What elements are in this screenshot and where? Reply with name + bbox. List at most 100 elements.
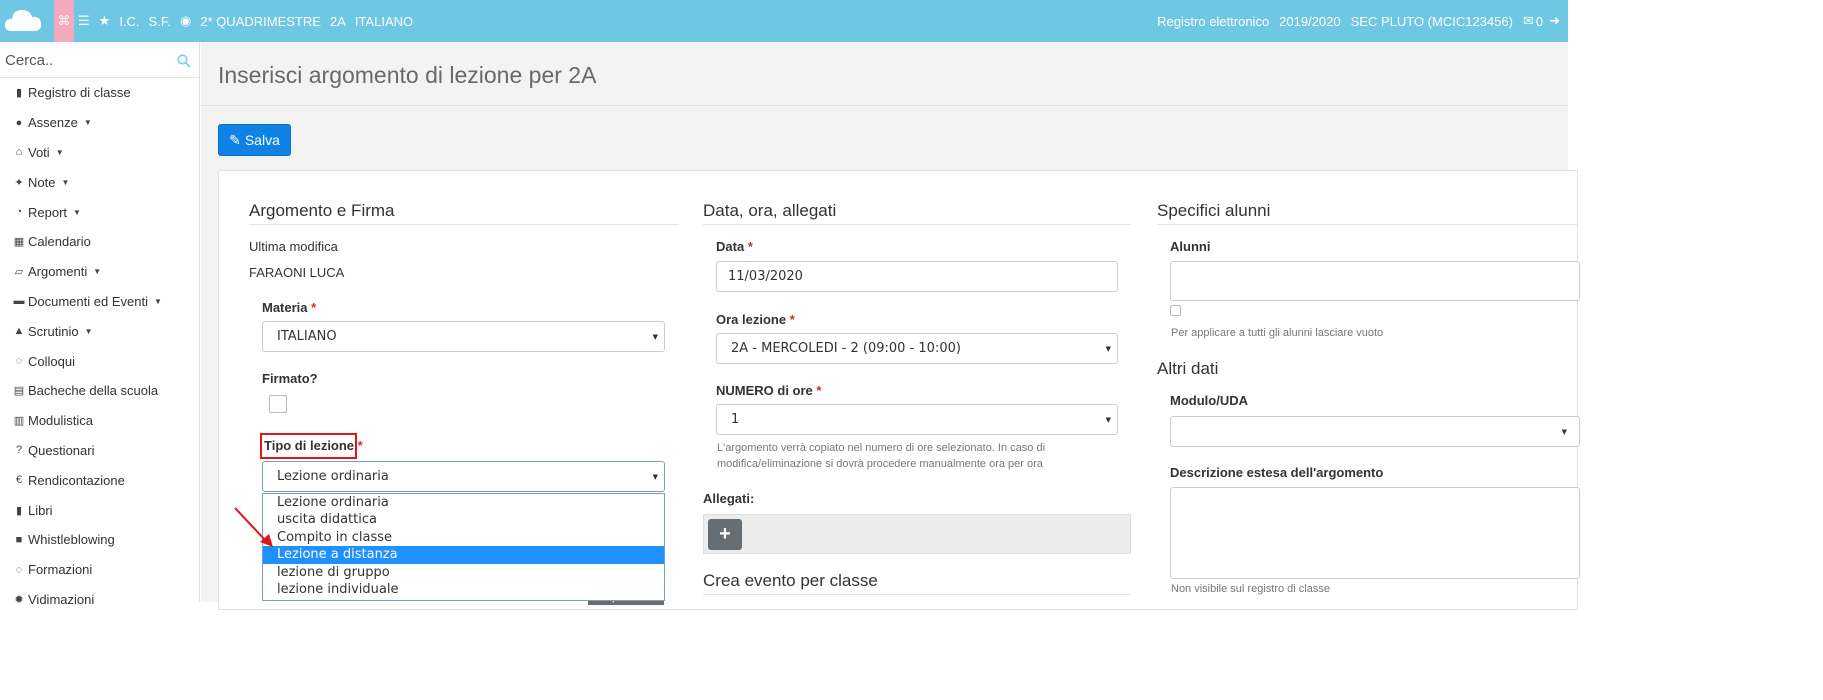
save-button[interactable]: ✎ Salva [218, 124, 291, 156]
gear-icon: ✹ [14, 593, 24, 606]
lock-icon: ■ [15, 533, 23, 546]
sidebar-item-registro-di-classe[interactable]: ▮ Registro di classe [0, 78, 199, 108]
sidebar-item-label: Voti [28, 144, 50, 160]
evento-heading: Crea evento per classe [703, 571, 1131, 595]
tipo-option[interactable]: uscita didattica [263, 511, 664, 528]
tipo-option[interactable]: lezione di gruppo [263, 564, 664, 581]
eye-icon[interactable]: ◉ [180, 13, 191, 29]
sidebar-item-argomenti[interactable]: ▱ Argomenti ▼ [0, 257, 199, 287]
sidebar-item-label: Documenti ed Eventi [28, 293, 148, 309]
sidebar-item-rendicontazione[interactable]: € Rendicontazione [0, 465, 199, 495]
sidebar-item-assenze[interactable]: ● Assenze ▼ [0, 108, 199, 138]
sidebar-item-label: Vidimazioni [28, 591, 95, 607]
descrizione-textarea[interactable] [1170, 487, 1580, 579]
building-icon: ▥ [13, 415, 25, 428]
sidebar-item-label: Report [28, 204, 68, 220]
sidebar-item-bacheche-della-scuola[interactable]: ▤ Bacheche della scuola [0, 376, 199, 406]
form-card: Argomento e Firma Ultima modifica FARAON… [218, 170, 1580, 610]
sign-out-icon[interactable]: ➜ [1549, 13, 1560, 29]
last-modified-label: Ultima modifica [249, 239, 338, 254]
sidebar-item-note[interactable]: ✦ Note ▼ [0, 167, 199, 197]
add-attachment-button[interactable]: + [708, 519, 742, 550]
sidebar-item-label: Whistleblowing [28, 532, 115, 548]
modulo-select[interactable]: ▼ [1170, 416, 1580, 447]
materia-label: Materia * [262, 300, 317, 315]
alunni-checkbox[interactable] [1170, 305, 1181, 316]
user-label[interactable]: SEC PLUTO (MCIC123456) [1351, 14, 1513, 29]
caret-down-icon: ▼ [153, 296, 162, 306]
school-label[interactable]: I.C. [119, 14, 139, 29]
tipo-option[interactable]: Compito in classe [263, 529, 664, 546]
binoculars-icon[interactable]: ⌘ [54, 0, 74, 42]
sidebar-item-label: Argomenti [28, 264, 88, 280]
sidebar-item-libri[interactable]: ▮ Libri [0, 495, 199, 525]
firmato-checkbox[interactable] [269, 395, 287, 413]
message-count[interactable]: 0 [1536, 14, 1543, 29]
calendar-icon: ▦ [13, 236, 25, 249]
comments-icon: ◌ [15, 563, 23, 576]
sidebar-item-modulistica[interactable]: ▥ Modulistica [0, 406, 199, 436]
sidebar-item-questionari[interactable]: ? Questionari [0, 436, 199, 466]
chevron-down-icon: ▼ [652, 473, 658, 481]
subject-code-label[interactable]: S.F. [149, 14, 171, 29]
book-icon: ▮ [15, 87, 23, 100]
sidebar-item-label: Scrutinio [28, 323, 79, 339]
argomento-heading: Argomento e Firma [249, 201, 679, 225]
argomento-column: Argomento e Firma [249, 201, 679, 225]
sidebar-item-whistleblowing[interactable]: ■ Whistleblowing [0, 525, 199, 555]
page-title: Inserisci argomento di lezione per 2A [218, 62, 597, 88]
numero-select[interactable]: 1 ▼ [716, 404, 1118, 435]
subject-label[interactable]: ITALIANO [355, 14, 413, 29]
allegati-label: Allegati: [703, 491, 755, 506]
year-label[interactable]: 2019/2020 [1279, 14, 1340, 29]
numero-label: NUMERO di ore * [716, 383, 822, 398]
modulo-label: Modulo/UDA [1170, 393, 1248, 408]
sidebar-item-scrutinio[interactable]: ▲ Scrutinio ▼ [0, 316, 199, 346]
page-header: Inserisci argomento di lezione per 2A [201, 42, 1568, 106]
sidebar-item-report[interactable]: ◔ Report ▼ [0, 197, 199, 227]
tipo-option[interactable]: Lezione a distanza [263, 546, 664, 564]
caret-down-icon: ▼ [61, 177, 70, 187]
star-icon[interactable]: ★ [99, 13, 111, 29]
numero-help-line-2: modifica/eliminazione si dovrà procedere… [717, 458, 1043, 470]
sidebar-item-colloqui[interactable]: ◌ Colloqui [0, 346, 199, 376]
sidebar-item-documenti-ed-eventi[interactable]: ▬ Documenti ed Eventi ▼ [0, 287, 199, 317]
book-icon: ▮ [15, 504, 23, 517]
ora-select[interactable]: 2A - MERCOLEDI - 2 (09:00 - 10:00) ▼ [716, 333, 1118, 364]
alunni-help: Per applicare a tutti gli alunni lasciar… [1171, 327, 1384, 339]
sidebar-item-calendario[interactable]: ▦ Calendario [0, 227, 199, 257]
sidebar-item-formazioni[interactable]: ◌ Formazioni [0, 555, 199, 585]
menu-icon[interactable]: ☰ [78, 13, 90, 29]
class-label[interactable]: 2A [330, 14, 346, 29]
chevron-down-icon: ▼ [652, 333, 658, 341]
user-icon: ● [15, 116, 23, 129]
tipo-select[interactable]: Lezione ordinaria ▼ [262, 461, 665, 492]
allegati-dropzone: + [703, 514, 1131, 554]
annotation-box [260, 433, 357, 459]
annotation-arrow-icon [234, 507, 273, 547]
data-input[interactable]: 11/03/2020 [716, 261, 1118, 292]
top-bar-right: Registro elettronico 2019/2020 SEC PLUTO… [1147, 0, 1560, 42]
tipo-option[interactable]: Lezione ordinaria [263, 494, 664, 511]
envelope-icon[interactable]: ✉ [1523, 13, 1534, 29]
search-icon[interactable] [177, 54, 191, 68]
edit-icon: ✎ [229, 131, 241, 148]
sidebar-item-voti[interactable]: ⌂ Voti ▼ [0, 138, 199, 168]
caret-down-icon: ▼ [84, 326, 93, 336]
search-input[interactable] [0, 42, 199, 78]
sidebar-item-vidimazioni[interactable]: ✹ Vidimazioni [0, 585, 199, 615]
materia-select[interactable]: ITALIANO ▼ [262, 321, 665, 352]
alunni-input[interactable] [1170, 261, 1580, 301]
period-label[interactable]: 2* QUADRIMESTRE [200, 14, 321, 29]
top-bar: ⌘ ☰ ★ I.C. S.F. ◉ 2* QUADRIMESTRE 2A ITA… [0, 0, 1568, 42]
sidebar-item-label: Registro di classe [28, 85, 131, 101]
cloud-logo-icon[interactable] [2, 5, 44, 35]
save-button-label: Salva [244, 132, 280, 148]
descrizione-label: Descrizione estesa dell'argomento [1170, 465, 1384, 480]
tipo-value: Lezione ordinaria [277, 469, 389, 484]
chevron-down-icon: ▼ [1105, 416, 1111, 424]
registry-label[interactable]: Registro elettronico [1157, 14, 1269, 29]
sidebar: ▮ Registro di classe ● Assenze ▼ ⌂ Voti ▼ ✦ Note ▼… [0, 42, 200, 607]
list-alt-icon: ▤ [13, 385, 25, 398]
tipo-option[interactable]: lezione individuale [263, 581, 664, 598]
